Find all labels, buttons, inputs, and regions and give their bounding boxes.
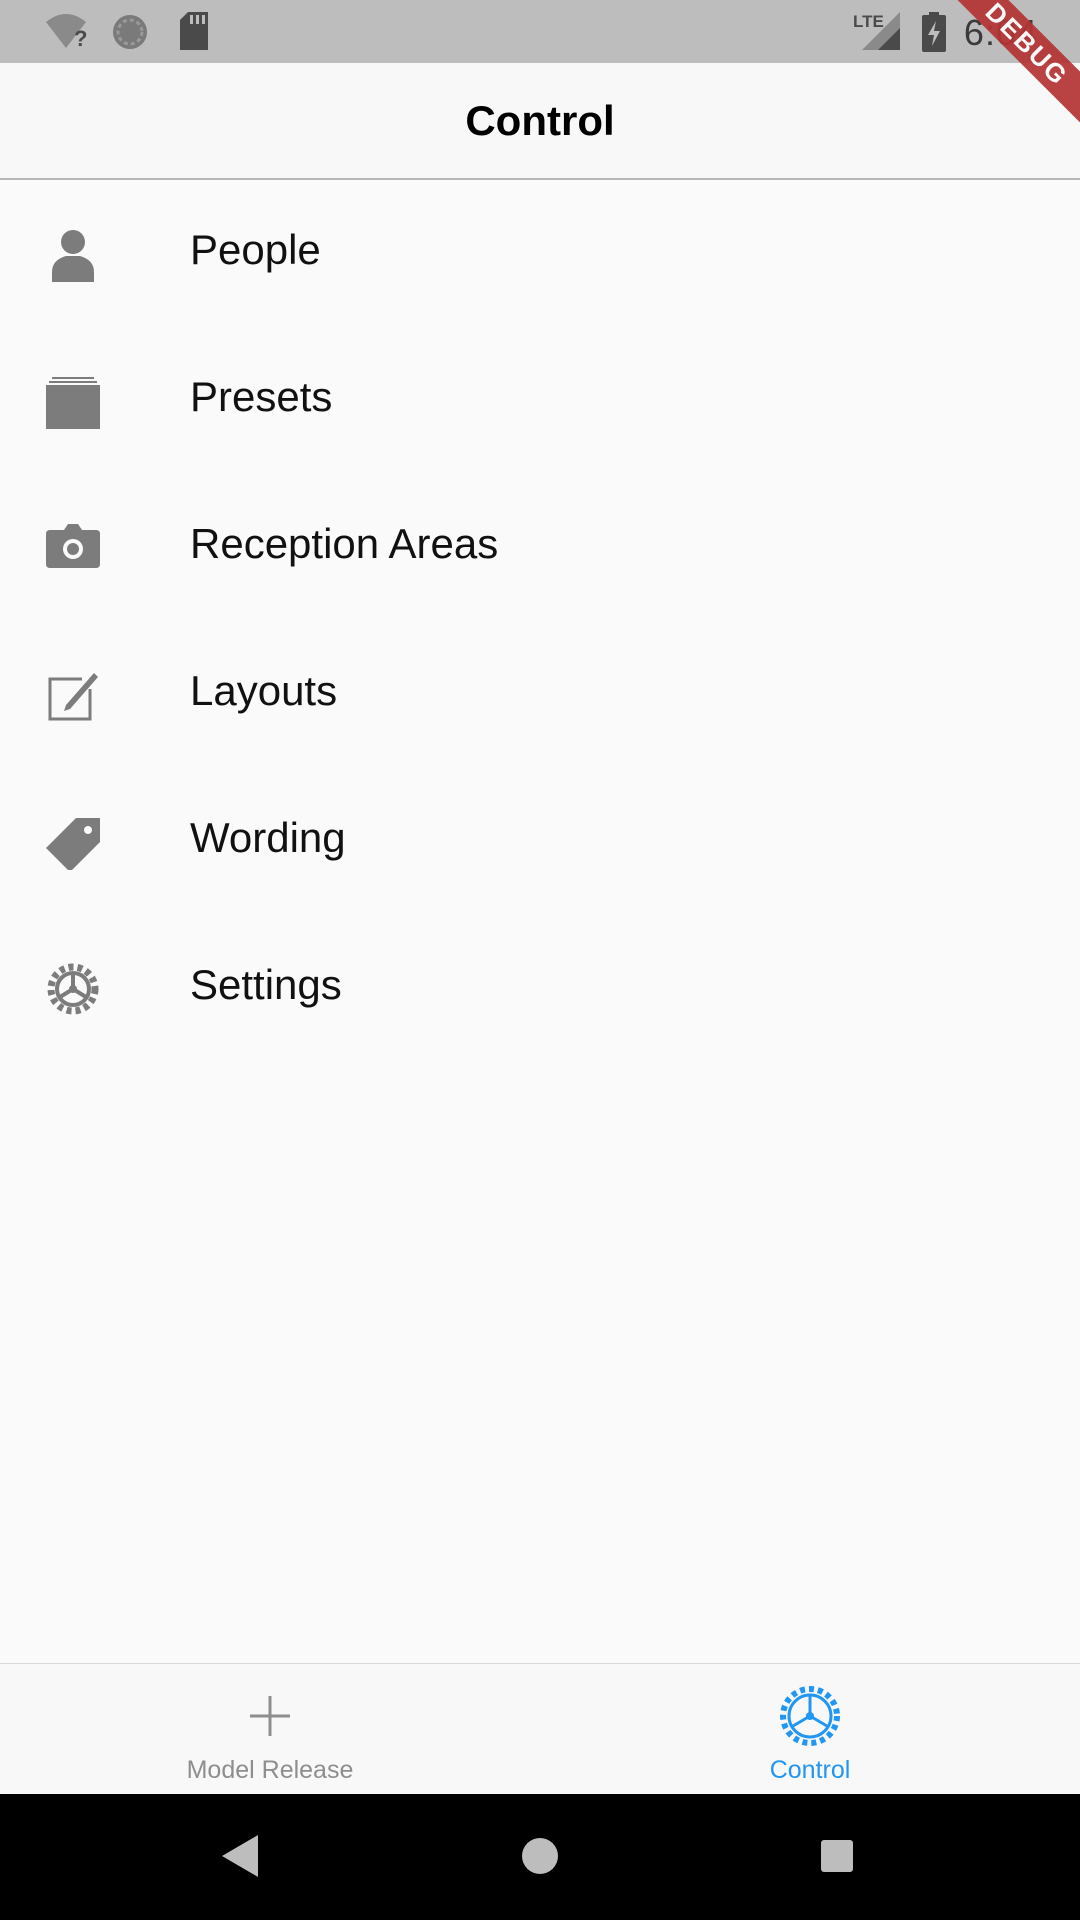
camera-icon	[46, 524, 100, 568]
sd-card-icon	[180, 12, 208, 50]
edit-icon	[48, 673, 98, 721]
menu-item-label: Presets	[190, 373, 333, 420]
wifi-unknown-icon: ?	[46, 14, 87, 50]
home-icon[interactable]	[480, 1794, 600, 1920]
svg-text:?: ?	[74, 26, 87, 50]
gear-icon	[47, 963, 99, 1015]
menu-item-layouts[interactable]: Layouts	[0, 621, 1080, 768]
plus-icon	[250, 1696, 290, 1736]
back-icon[interactable]	[180, 1794, 300, 1920]
status-bar: ? LTE 6:04	[0, 0, 1080, 63]
menu-item-settings[interactable]: Settings	[0, 915, 1080, 1062]
tab-label: Model Release	[186, 1756, 354, 1784]
menu-item-wording[interactable]: Wording	[0, 768, 1080, 915]
menu-item-label: Settings	[190, 961, 342, 1008]
menu-item-label: People	[190, 226, 321, 273]
page-title: Control	[465, 97, 615, 144]
tab-control[interactable]: Control	[540, 1664, 1080, 1795]
menu-item-label: Wording	[190, 814, 346, 861]
bottom-tab-bar: Model Release Control	[0, 1663, 1080, 1795]
signal-icon	[862, 12, 900, 50]
menu-item-label: Reception Areas	[190, 520, 499, 567]
sync-icon	[113, 15, 147, 49]
menu-item-reception-areas[interactable]: Reception Areas	[0, 474, 1080, 621]
tab-label: Control	[769, 1756, 851, 1784]
tag-icon	[46, 818, 100, 870]
control-menu: People Presets Reception Areas Layouts W…	[0, 180, 1080, 1062]
stack-icon	[46, 377, 100, 429]
system-nav-bar	[0, 1794, 1080, 1920]
menu-item-people[interactable]: People	[0, 180, 1080, 327]
tab-model-release[interactable]: Model Release	[0, 1664, 540, 1795]
app-bar: Control	[0, 63, 1080, 180]
recents-icon[interactable]	[777, 1794, 897, 1920]
menu-item-presets[interactable]: Presets	[0, 327, 1080, 474]
gear-outline-icon	[780, 1686, 840, 1746]
person-icon	[52, 230, 94, 282]
battery-charging-icon	[922, 12, 946, 52]
menu-item-label: Layouts	[190, 667, 338, 714]
